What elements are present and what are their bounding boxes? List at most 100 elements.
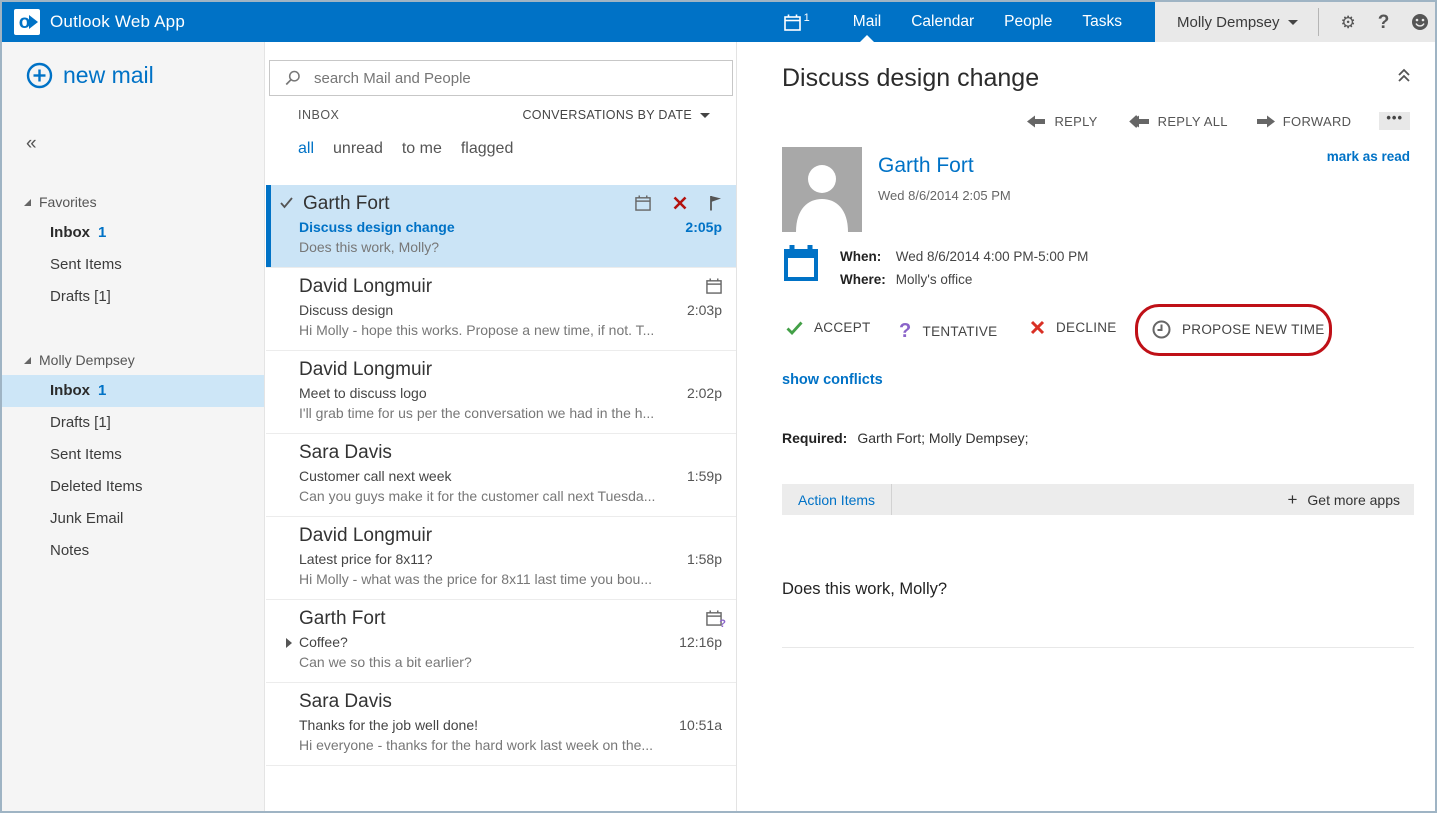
- tentative-calendar-icon: ?: [706, 610, 722, 626]
- mail-subject: Latest price for 8x11?: [299, 550, 687, 569]
- mail-subject: Discuss design change: [299, 218, 685, 237]
- more-actions-button[interactable]: •••: [1379, 112, 1410, 130]
- search-box[interactable]: [269, 60, 733, 96]
- accept-button[interactable]: ACCEPT: [786, 320, 871, 335]
- tentative-question-icon: ?: [899, 320, 912, 343]
- tentative-button[interactable]: ? TENTATIVE: [899, 320, 997, 343]
- reply-all-label: REPLY ALL: [1158, 114, 1228, 129]
- chevron-down-icon: [700, 113, 710, 118]
- nav-mail[interactable]: Mail: [838, 2, 896, 42]
- sender-avatar: [782, 147, 862, 232]
- filter-to-me[interactable]: to me: [402, 140, 442, 158]
- action-items-tab[interactable]: Action Items: [782, 492, 891, 508]
- calendar-reminder-button[interactable]: 1: [784, 14, 810, 31]
- body-divider: [782, 647, 1414, 648]
- mail-preview: Does this work, Molly?: [299, 238, 722, 257]
- mail-item-garth-discuss-design-change[interactable]: Garth Fort: [266, 185, 736, 268]
- mail-item-sara-customer-call[interactable]: Sara Davis Customer call next week 1:59p…: [266, 434, 736, 517]
- accept-label: ACCEPT: [814, 320, 871, 335]
- mail-preview: Can you guys make it for the customer ca…: [299, 487, 722, 506]
- mail-item-david-meet-logo[interactable]: David Longmuir Meet to discuss logo 2:02…: [266, 351, 736, 434]
- sort-label: CONVERSATIONS BY DATE: [522, 108, 692, 122]
- show-conflicts-link[interactable]: show conflicts: [782, 372, 883, 388]
- delete-x-icon[interactable]: [673, 196, 687, 210]
- mail-item-david-latest-price[interactable]: David Longmuir Latest price for 8x11? 1:…: [266, 517, 736, 600]
- message-actions: REPLY REPLY ALL FORWARD •••: [1027, 112, 1410, 130]
- unread-badge: 1: [98, 224, 106, 241]
- mark-as-read-link[interactable]: mark as read: [1327, 149, 1410, 164]
- calendar-icon: [784, 14, 801, 31]
- filter-unread[interactable]: unread: [333, 140, 383, 158]
- sidebar-item-deleted[interactable]: Deleted Items: [2, 471, 264, 503]
- forward-arrow-icon: [1256, 115, 1275, 128]
- outlook-logo-icon[interactable]: o: [14, 9, 40, 35]
- get-more-apps-button[interactable]: + Get more apps: [1287, 491, 1414, 508]
- sidebar-item-sent[interactable]: Sent Items: [2, 439, 264, 471]
- nav-tasks[interactable]: Tasks: [1067, 2, 1137, 42]
- sidebar-item-notes[interactable]: Notes: [2, 535, 264, 567]
- account-menu[interactable]: Molly Dempsey: [1177, 14, 1298, 31]
- filter-tabs: all unread to me flagged: [298, 140, 513, 158]
- new-mail-button[interactable]: new mail: [26, 62, 264, 89]
- topbar-divider: [1318, 8, 1319, 36]
- sender-name-link[interactable]: Garth Fort: [878, 154, 974, 178]
- reply-button[interactable]: REPLY: [1027, 114, 1097, 129]
- mailbox-title: Molly Dempsey: [39, 352, 135, 368]
- folder-label: Deleted Items: [50, 478, 143, 495]
- expand-conversation-icon[interactable]: [286, 638, 292, 648]
- collapse-message-icon[interactable]: [1397, 68, 1411, 83]
- folder-label: Notes: [50, 542, 89, 559]
- sidebar-item-drafts-fav[interactable]: Drafts [1]: [2, 281, 264, 313]
- folder-sidebar: new mail « Favorites Inbox1 Sent Items D…: [2, 42, 265, 811]
- mail-item-david-discuss-design[interactable]: David Longmuir Discuss design 2:03p H: [266, 268, 736, 351]
- forward-button[interactable]: FORWARD: [1256, 114, 1352, 129]
- outlook-web-app: o Outlook Web App 1 Mail Calendar People…: [0, 0, 1437, 813]
- settings-gear-icon[interactable]: ⚙: [1341, 14, 1356, 31]
- propose-label: PROPOSE NEW TIME: [1182, 322, 1325, 337]
- top-bar: o Outlook Web App 1 Mail Calendar People…: [2, 2, 1435, 42]
- mail-item-garth-coffee[interactable]: Garth Fort ?: [266, 600, 736, 683]
- when-label: When:: [840, 245, 892, 268]
- decline-button[interactable]: DECLINE: [1030, 320, 1117, 335]
- nav-calendar[interactable]: Calendar: [896, 2, 989, 42]
- search-input[interactable]: [314, 70, 732, 87]
- mail-preview: Hi Molly - what was the price for 8x11 l…: [299, 570, 722, 589]
- sort-dropdown[interactable]: CONVERSATIONS BY DATE: [522, 108, 710, 122]
- favorites-title: Favorites: [39, 194, 97, 210]
- nav-people[interactable]: People: [989, 2, 1067, 42]
- feedback-smiley-icon[interactable]: [1411, 13, 1429, 31]
- where-label: Where:: [840, 268, 892, 291]
- sidebar-item-drafts[interactable]: Drafts [1]: [2, 407, 264, 439]
- favorites-section: Favorites Inbox1 Sent Items Drafts [1]: [2, 187, 264, 313]
- required-label: Required:: [782, 430, 847, 446]
- folder-label: Drafts [1]: [50, 288, 111, 305]
- mail-subject: Meet to discuss logo: [299, 384, 687, 403]
- mailbox-header[interactable]: Molly Dempsey: [2, 345, 264, 375]
- mail-time: 1:59p: [687, 467, 722, 486]
- meeting-calendar-icon: [635, 195, 651, 211]
- account-name-label: Molly Dempsey: [1177, 14, 1280, 31]
- propose-new-time-button[interactable]: PROPOSE NEW TIME: [1152, 320, 1325, 339]
- filter-flagged[interactable]: flagged: [461, 140, 514, 158]
- mail-item-sara-thanks[interactable]: Sara Davis Thanks for the job well done!…: [266, 683, 736, 766]
- sidebar-item-junk[interactable]: Junk Email: [2, 503, 264, 535]
- mail-sender: Garth Fort: [299, 607, 706, 631]
- accept-check-icon: [786, 321, 803, 335]
- reply-all-button[interactable]: REPLY ALL: [1126, 114, 1228, 129]
- sidebar-item-inbox-fav[interactable]: Inbox1: [2, 217, 264, 249]
- calendar-badge: 1: [804, 12, 810, 24]
- section-collapse-icon: [24, 199, 31, 206]
- sidebar-item-sent-fav[interactable]: Sent Items: [2, 249, 264, 281]
- apps-bar-divider: [891, 484, 892, 515]
- folder-label: Junk Email: [50, 510, 123, 527]
- help-icon[interactable]: ?: [1378, 13, 1390, 32]
- favorites-header[interactable]: Favorites: [2, 187, 264, 217]
- filter-all[interactable]: all: [298, 140, 314, 158]
- clock-icon: [1152, 320, 1171, 339]
- flag-icon[interactable]: [709, 195, 722, 211]
- mail-sender: David Longmuir: [299, 358, 722, 382]
- collapse-sidebar-icon[interactable]: «: [26, 133, 50, 155]
- sidebar-item-inbox[interactable]: Inbox1: [2, 375, 264, 407]
- forward-label: FORWARD: [1283, 114, 1352, 129]
- section-collapse-icon: [24, 357, 31, 364]
